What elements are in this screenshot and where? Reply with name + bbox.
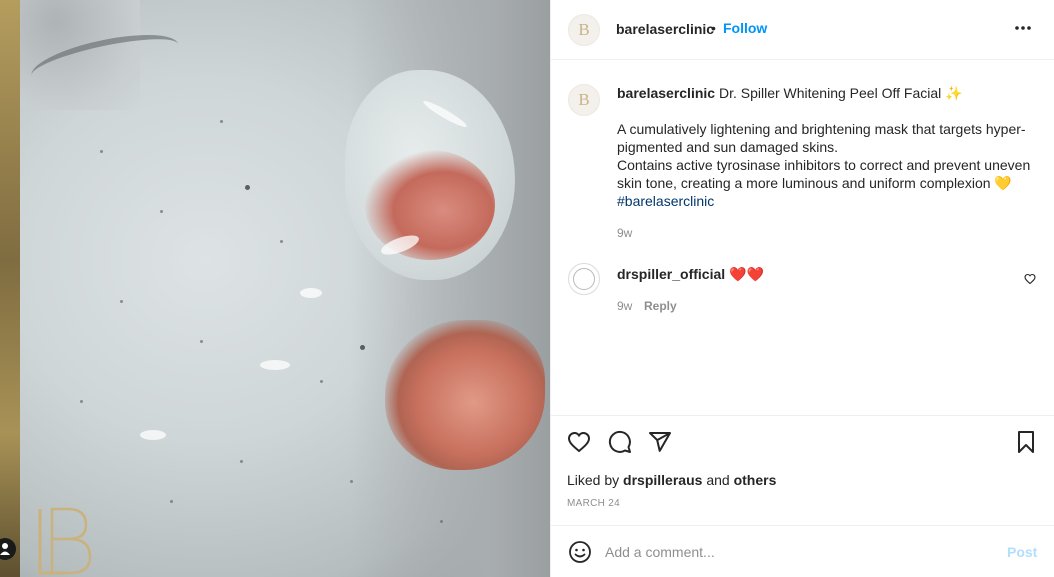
comments-section: B barelaserclinic Dr. Spiller Whitening … bbox=[551, 60, 1054, 415]
backdrop-strip bbox=[0, 0, 20, 577]
lips-shape bbox=[385, 320, 545, 470]
smiley-icon[interactable] bbox=[568, 540, 592, 564]
post-header: B barelaserclinic • Follow bbox=[551, 0, 1054, 60]
caption-time: 9w bbox=[617, 226, 633, 240]
caption-title: Dr. Spiller Whitening Peel Off Facial ✨ bbox=[718, 85, 963, 101]
heart-icon[interactable] bbox=[567, 430, 591, 454]
comment-body: ❤️❤️ bbox=[729, 266, 764, 282]
comment-like-icon[interactable] bbox=[1024, 273, 1036, 285]
author-username[interactable]: barelaserclinic bbox=[616, 21, 714, 37]
follow-button[interactable]: Follow bbox=[723, 20, 767, 36]
send-icon[interactable] bbox=[648, 430, 672, 454]
liked-by-others[interactable]: others bbox=[734, 472, 777, 488]
comment-input[interactable] bbox=[605, 540, 985, 564]
comment-username[interactable]: drspiller_official bbox=[617, 266, 725, 282]
more-horizontal-icon[interactable] bbox=[1013, 18, 1033, 38]
author-avatar[interactable]: B bbox=[568, 14, 600, 46]
reply-button[interactable]: Reply bbox=[644, 299, 677, 313]
separator-dot: • bbox=[711, 20, 716, 36]
post-button[interactable]: Post bbox=[1007, 544, 1037, 560]
liked-by-user[interactable]: drspilleraus bbox=[623, 472, 702, 488]
comment: drspiller_official ❤️❤️ bbox=[617, 266, 764, 283]
commenter-avatar[interactable] bbox=[568, 263, 600, 295]
hashtag-link[interactable]: #barelaserclinic bbox=[617, 193, 714, 209]
post-caption: barelaserclinic Dr. Spiller Whitening Pe… bbox=[617, 84, 1037, 210]
caption-username[interactable]: barelaserclinic bbox=[617, 85, 715, 101]
comment-time: 9w bbox=[617, 299, 633, 313]
comment-icon[interactable] bbox=[608, 430, 632, 454]
post-actions: Liked by drspilleraus and others MARCH 2… bbox=[551, 415, 1054, 525]
post-image[interactable] bbox=[20, 0, 550, 577]
post-date[interactable]: MARCH 24 bbox=[567, 498, 620, 509]
caption-body-line1: A cumulatively lightening and brightenin… bbox=[617, 121, 1026, 155]
bookmark-icon[interactable] bbox=[1014, 430, 1038, 454]
clinic-logo bbox=[38, 507, 92, 575]
post-panel: B barelaserclinic • Follow B barelasercl… bbox=[550, 0, 1054, 577]
likes-summary: Liked by drspilleraus and others bbox=[567, 472, 777, 488]
add-comment-bar: Post bbox=[551, 525, 1054, 577]
caption-body-line2: Contains active tyrosinase inhibitors to… bbox=[617, 157, 1031, 191]
caption-avatar[interactable]: B bbox=[568, 84, 600, 116]
